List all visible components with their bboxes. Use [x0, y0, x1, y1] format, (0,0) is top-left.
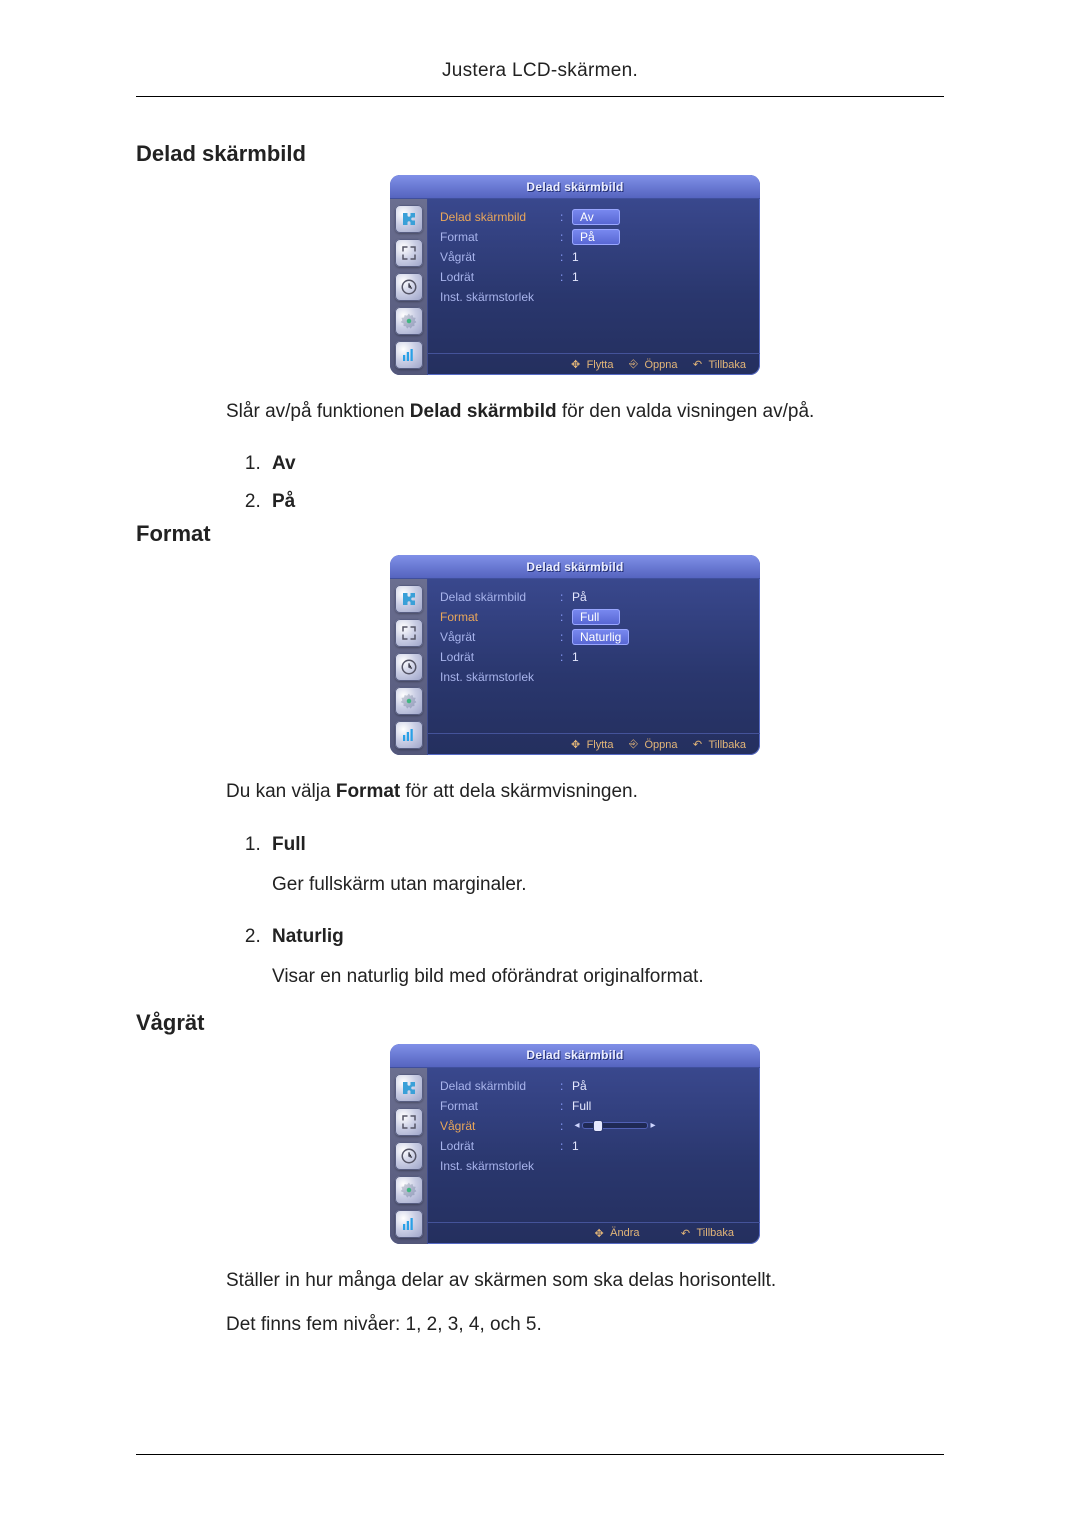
- section1-body: Slår av/på funktionen Delad skärmbild fö…: [226, 397, 944, 427]
- section-heading-format: Format: [136, 521, 944, 547]
- option-full: Full Ger fullskärm utan marginaler.: [266, 826, 944, 904]
- puzzle-icon: [395, 205, 423, 233]
- osd-row-vagrat: Vågrät: ◂ ▸: [428, 1116, 760, 1136]
- osd-row-lodrat: Lodrät: 1: [428, 267, 760, 287]
- osd-footer: ✥Ändra ↶Tillbaka: [428, 1222, 760, 1244]
- osd-row-vagrat: Vågrät: 1: [428, 247, 760, 267]
- osd-row-delad: Delad skärmbild: På: [428, 587, 760, 607]
- expand-icon: [395, 1108, 423, 1136]
- osd-row-inst: Inst. skärmstorlek: [428, 287, 760, 307]
- osd-sidebar: [390, 199, 428, 375]
- option-full-desc: Ger fullskärm utan marginaler.: [272, 866, 944, 904]
- osd-title: Delad skärmbild: [390, 175, 760, 199]
- clock-icon: [395, 273, 423, 301]
- osd-row-lodrat: Lodrät: 1: [428, 647, 760, 667]
- puzzle-icon: [395, 585, 423, 613]
- triangle-left-icon: ◂: [572, 1121, 582, 1131]
- move-arrows-icon: ✥: [593, 1227, 605, 1239]
- return-icon: ↶: [692, 739, 704, 751]
- page-title: Justera LCD-skärmen.: [136, 60, 944, 97]
- osd-slider: ◂ ▸: [572, 1119, 658, 1133]
- osd-title: Delad skärmbild: [390, 555, 760, 579]
- osd-row-format: Format: På: [428, 227, 760, 247]
- gear-icon: [395, 687, 423, 715]
- enter-icon: ⎆: [627, 739, 639, 751]
- osd-row-delad: Delad skärmbild: På: [428, 1076, 760, 1096]
- osd-footer: ✥Flytta ⎆Öppna ↶Tillbaka: [428, 353, 760, 375]
- expand-icon: [395, 619, 423, 647]
- osd-value-highlight: På: [572, 229, 620, 245]
- osd-screenshot-2: Delad skärmbild Delad skärmbild: På Form…: [390, 555, 760, 755]
- option-naturlig: Naturlig Visar en naturlig bild med oför…: [266, 918, 944, 996]
- return-icon: ↶: [680, 1227, 692, 1239]
- osd-row-lodrat: Lodrät: 1: [428, 1136, 760, 1156]
- osd-row-inst: Inst. skärmstorlek: [428, 667, 760, 687]
- osd-screenshot-3: Delad skärmbild Delad skärmbild: På Form…: [390, 1044, 760, 1244]
- osd-screenshot-1: Delad skärmbild Delad skärmbild: Av Form…: [390, 175, 760, 375]
- osd-row-inst: Inst. skärmstorlek: [428, 1156, 760, 1176]
- section2-body: Du kan välja Format för att dela skärmvi…: [226, 777, 944, 807]
- section3-body1: Ställer in hur många delar av skärmen so…: [226, 1266, 944, 1296]
- gear-icon: [395, 307, 423, 335]
- section-heading-vagrat: Vågrät: [136, 1010, 944, 1036]
- puzzle-icon: [395, 1074, 423, 1102]
- enter-icon: ⎆: [627, 359, 639, 371]
- osd-sidebar: [390, 1068, 428, 1244]
- return-icon: ↶: [692, 359, 704, 371]
- osd-value-highlight: Naturlig: [572, 629, 629, 645]
- chart-icon: [395, 1210, 423, 1238]
- osd-row-format: Format: Full: [428, 607, 760, 627]
- option-naturlig-desc: Visar en naturlig bild med oförändrat or…: [272, 958, 944, 996]
- option-pa: På: [266, 483, 944, 521]
- section2-options: Full Ger fullskärm utan marginaler. Natu…: [226, 826, 944, 996]
- osd-value-highlight: Full: [572, 609, 620, 625]
- osd-footer: ✥Flytta ⎆Öppna ↶Tillbaka: [428, 733, 760, 755]
- option-av: Av: [266, 445, 944, 483]
- osd-sidebar: [390, 579, 428, 755]
- move-arrows-icon: ✥: [570, 359, 582, 371]
- section1-options: Av På: [226, 445, 944, 521]
- osd-title: Delad skärmbild: [390, 1044, 760, 1068]
- footer-rule: [136, 1454, 944, 1455]
- osd-value-highlight: Av: [572, 209, 620, 225]
- chart-icon: [395, 721, 423, 749]
- chart-icon: [395, 341, 423, 369]
- clock-icon: [395, 1142, 423, 1170]
- section3-body2: Det finns fem nivåer: 1, 2, 3, 4, och 5.: [226, 1310, 944, 1340]
- osd-row-vagrat: Vågrät: Naturlig: [428, 627, 760, 647]
- osd-row-format: Format: Full: [428, 1096, 760, 1116]
- osd-row-delad: Delad skärmbild: Av: [428, 207, 760, 227]
- expand-icon: [395, 239, 423, 267]
- move-arrows-icon: ✥: [570, 739, 582, 751]
- triangle-right-icon: ▸: [648, 1121, 658, 1131]
- gear-icon: [395, 1176, 423, 1204]
- clock-icon: [395, 653, 423, 681]
- section-heading-delad: Delad skärmbild: [136, 141, 944, 167]
